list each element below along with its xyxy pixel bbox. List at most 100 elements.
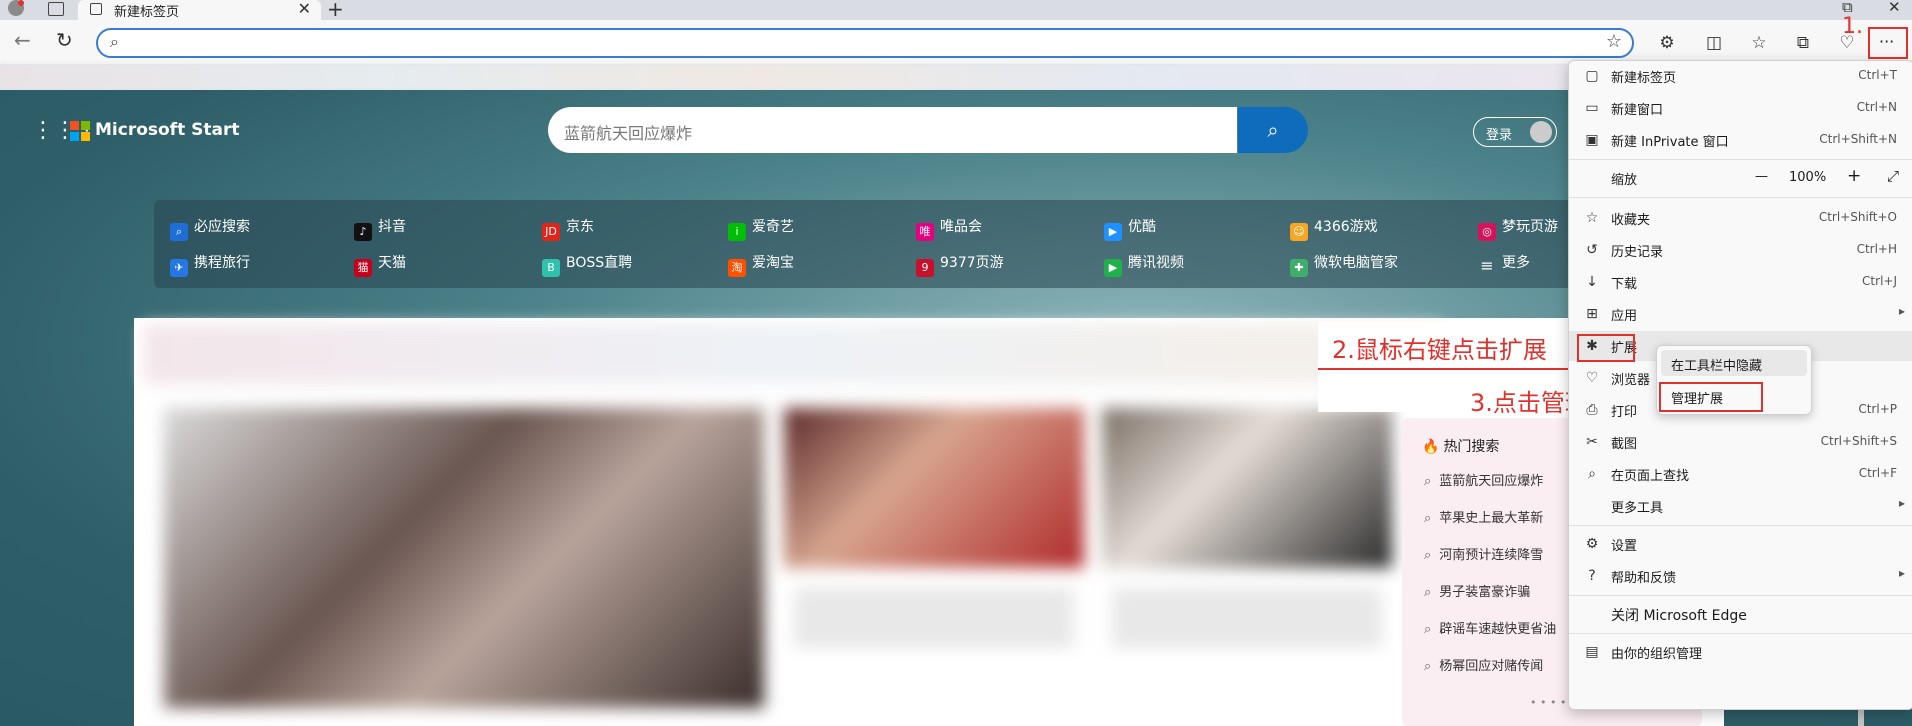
search-icon: ⌕ [1424, 511, 1432, 526]
menu-item-settings[interactable]: ⚙ 设置 [1569, 529, 1912, 559]
feed-card-image [164, 408, 764, 708]
more-menu-button[interactable]: ··· [1868, 27, 1908, 59]
quicklink-item[interactable]: ▶ 优酷 [1104, 216, 1156, 241]
quick-links: ⌕ 必应搜索 ♪ 抖音 JD 京东 i 爱奇艺 唯唯品会 ▶ 优酷 ☺ 4366游戏 ◎ 梦玩… [154, 200, 1574, 288]
menu-item-more-tools[interactable]: 更多工具 ▸ [1569, 491, 1912, 521]
quicklink-item[interactable]: ♪ 抖音 [354, 216, 406, 241]
hot-search-title: 🔥 热门搜索 [1422, 439, 1500, 455]
history-icon: ↺ [1586, 242, 1598, 258]
more-icon: ··· [1879, 32, 1895, 51]
quicklink-item[interactable]: JD 京东 [542, 216, 594, 241]
brand-title: Microsoft Start [95, 120, 240, 140]
zoom-value: 100% [1789, 170, 1827, 185]
annotation-underline [1318, 368, 1568, 370]
tab-close-icon[interactable]: ✕ [298, 0, 311, 18]
menu-item-favorites[interactable]: ☆ 收藏夹 Ctrl+Shift+O [1569, 203, 1912, 233]
new-window-icon: ▭ [1585, 100, 1599, 116]
quicklink-item[interactable]: ✈ 携程旅行 [170, 252, 250, 277]
new-tab-button[interactable]: + [327, 0, 344, 21]
quicklink-more[interactable]: ≡ 更多 [1478, 252, 1530, 275]
download-icon: ↓ [1586, 274, 1598, 290]
search-icon: ⌕ [1424, 548, 1432, 563]
tab-page-icon [90, 3, 102, 15]
notification-dot [18, 0, 24, 6]
tab-new-tab[interactable]: 新建标签页 ✕ [78, 0, 321, 20]
menu-item-find[interactable]: ⌕ 在页面上查找 Ctrl+F [1569, 459, 1912, 489]
quicklink-item[interactable]: ◎ 梦玩页游 [1478, 216, 1558, 241]
screenshot-icon: ✂ [1586, 434, 1598, 450]
refresh-icon[interactable]: ↻ [56, 28, 73, 52]
feed-card-text [1112, 588, 1382, 648]
menu-item-apps[interactable]: ⊞ 应用 ▸ [1569, 299, 1912, 329]
extensions-highlight [1577, 334, 1635, 362]
favorites-toolbar-icon[interactable]: ☆ [1748, 32, 1770, 54]
zoom-in-button[interactable]: + [1847, 166, 1861, 186]
menu-item-new-window[interactable]: ▭ 新建窗口 Ctrl+N [1569, 93, 1912, 123]
feed-card-image [784, 408, 1084, 568]
quicklink-item[interactable]: ☺ 4366游戏 [1290, 216, 1378, 241]
quicklink-item[interactable]: 猫天猫 [354, 252, 406, 277]
login-label: 登录 [1486, 128, 1513, 143]
page-search-button[interactable]: ⌕ [1238, 107, 1308, 153]
quicklink-item[interactable]: ▶ 腾讯视频 [1104, 252, 1184, 277]
search-icon: ⌕ [1267, 118, 1279, 142]
print-icon: ⎙ [1586, 402, 1598, 418]
pager-dots[interactable]: • • • • [1530, 696, 1566, 709]
quicklink-item[interactable]: ⌕ 必应搜索 [170, 216, 250, 241]
annotation-step2: 2.鼠标右键点击扩展 [1332, 336, 1547, 364]
quicklink-item[interactable]: B BOSS直聘 [542, 252, 632, 277]
quicklink-item[interactable]: 唯唯品会 [916, 216, 982, 241]
menu-item-inprivate[interactable]: ▣ 新建 InPrivate 窗口 Ctrl+Shift+N [1569, 125, 1912, 155]
fullscreen-icon[interactable]: ⤢ [1887, 167, 1899, 185]
quicklink-item[interactable]: ✚ 微软电脑管家 [1290, 252, 1398, 277]
quicklink-item[interactable]: i 爱奇艺 [728, 216, 794, 241]
quicklink-item[interactable]: 淘爱淘宝 [728, 252, 794, 277]
new-tab-icon: ▢ [1585, 68, 1599, 84]
browser-essentials-icon: ♡ [1585, 370, 1599, 386]
menu-item-close-edge[interactable]: 关闭 Microsoft Edge [1569, 599, 1912, 629]
search-icon: ⌕ [1424, 659, 1432, 674]
menu-item-history[interactable]: ↺ 历史记录 Ctrl+H [1569, 235, 1912, 265]
inprivate-icon: ▣ [1585, 132, 1599, 148]
page-search-input[interactable]: 蓝箭航天回应爆炸 [548, 107, 1237, 153]
menu-item-zoom: 缩放 — 100% + ⤢ [1611, 166, 1900, 188]
menu-item-managed-by-org[interactable]: ▤ 由你的组织管理 [1569, 637, 1912, 667]
help-icon: ? [1588, 568, 1596, 584]
extensions-toolbar-icon[interactable]: ⚙ [1656, 32, 1678, 54]
annotation-step1: 1. [1842, 14, 1863, 39]
menu-item-help[interactable]: ? 帮助和反馈 ▸ [1569, 561, 1912, 591]
favorites-icon: ☆ [1585, 210, 1599, 226]
menu-item-new-tab[interactable]: ▢ 新建标签页 Ctrl+T [1569, 61, 1912, 91]
back-icon[interactable]: ← [14, 28, 31, 52]
apps-icon: ⊞ [1586, 306, 1598, 322]
split-screen-icon[interactable]: ◫ [1703, 32, 1725, 54]
search-icon: ⌕ [1424, 585, 1432, 600]
search-placeholder: 蓝箭航天回应爆炸 [564, 124, 693, 143]
extensions-submenu: 在工具栏中隐藏 管理扩展 [1656, 345, 1812, 415]
microsoft-logo-icon [70, 121, 90, 141]
collections-icon[interactable]: ⧉ [1792, 32, 1814, 54]
search-icon: ⌕ [110, 32, 119, 51]
settings-icon: ⚙ [1585, 536, 1599, 552]
search-icon: ⌕ [1424, 622, 1432, 637]
feed-card-image [1102, 408, 1392, 568]
submenu-item-manage-extensions[interactable]: 管理扩展 [1671, 388, 1723, 407]
quicklink-item[interactable]: 9 9377页游 [916, 252, 1004, 277]
find-icon: ⌕ [1588, 466, 1596, 482]
avatar [1530, 121, 1552, 143]
flame-icon: 🔥 [1422, 439, 1440, 455]
close-window-icon[interactable]: ✕ [1888, 0, 1901, 16]
tab-title: 新建标签页 [114, 5, 180, 20]
org-icon: ▤ [1585, 644, 1599, 660]
address-bar[interactable]: ⌕ ☆ [96, 28, 1634, 58]
login-button[interactable]: 登录 [1473, 117, 1557, 147]
chevron-right-icon: ▸ [1898, 304, 1905, 318]
search-icon: ⌕ [1424, 474, 1432, 489]
menu-item-screenshot[interactable]: ✂ 截图 Ctrl+Shift+S [1569, 427, 1912, 457]
feed-card-text [794, 588, 1074, 648]
menu-item-downloads[interactable]: ↓ 下载 Ctrl+J [1569, 267, 1912, 297]
favorite-star-icon[interactable]: ☆ [1606, 31, 1622, 52]
submenu-item-hide-from-toolbar[interactable]: 在工具栏中隐藏 [1671, 355, 1762, 374]
zoom-out-button[interactable]: — [1755, 169, 1768, 184]
tab-actions-icon[interactable] [48, 2, 64, 16]
